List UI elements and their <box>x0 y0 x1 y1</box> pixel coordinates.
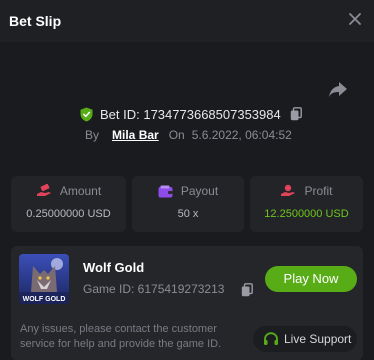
bet-id-row: Bet ID: 1734773668507353984 <box>80 104 302 124</box>
profit-card: Profit 12.2500000 USD <box>250 176 363 232</box>
copy-icon[interactable] <box>241 283 253 297</box>
live-support-button[interactable]: Live Support <box>253 326 357 352</box>
profit-hand-icon <box>281 184 296 196</box>
on-label: On <box>168 128 185 142</box>
play-now-button[interactable]: Play Now <box>265 266 357 292</box>
amount-card: Amount 0.25000000 USD <box>11 176 126 232</box>
support-message: Any issues, please contact the customer … <box>20 323 222 350</box>
game-thumb-caption: WOLF GOLD <box>23 296 66 303</box>
bet-meta-row: By Mila Bar On 5.6.2022, 06:04:52 <box>85 126 292 144</box>
payout-value: 50 x <box>177 208 199 220</box>
profit-value: 12.2500000 USD <box>264 208 349 220</box>
profit-label: Profit <box>304 184 333 198</box>
payout-card: Payout 50 x <box>132 176 244 232</box>
close-icon[interactable] <box>348 12 362 26</box>
by-label: By <box>85 128 100 142</box>
headset-icon <box>264 331 278 345</box>
amount-value: 0.25000000 USD <box>26 208 111 220</box>
game-thumbnail[interactable]: WOLF GOLD <box>19 254 69 304</box>
bet-slip-title: Bet Slip <box>9 13 62 29</box>
game-id: Game ID: 6175419273213 <box>83 282 225 296</box>
game-card: WOLF GOLD Wolf Gold Game ID: 61754192732… <box>11 246 363 360</box>
copy-icon[interactable] <box>290 107 302 121</box>
bet-datetime: 5.6.2022, 06:04:52 <box>191 128 292 142</box>
payout-label: Payout <box>180 184 219 198</box>
username-link[interactable]: Mila Bar <box>112 128 159 142</box>
shield-check-icon <box>80 107 93 121</box>
wallet-icon <box>158 185 173 197</box>
money-hand-icon <box>36 184 51 196</box>
share-icon[interactable] <box>328 80 348 98</box>
bet-id: Bet ID: 1734773668507353984 <box>100 106 281 122</box>
bet-slip-header: Bet Slip <box>0 0 374 42</box>
live-support-label: Live Support <box>284 332 352 346</box>
game-name: Wolf Gold <box>83 260 145 275</box>
amount-label: Amount <box>59 184 102 198</box>
